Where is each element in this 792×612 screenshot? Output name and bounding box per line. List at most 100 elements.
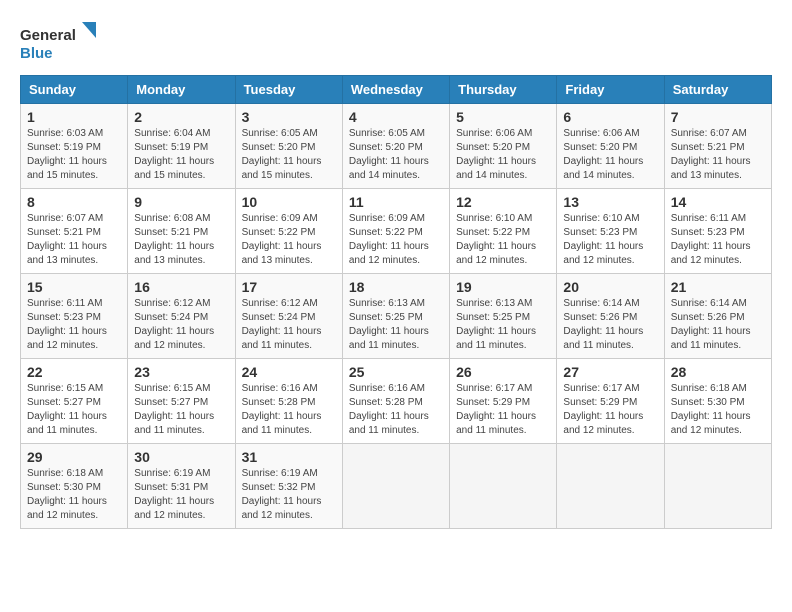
day-number: 13 — [563, 194, 657, 210]
day-number: 23 — [134, 364, 228, 380]
day-info: Sunrise: 6:19 AM Sunset: 5:32 PM Dayligh… — [242, 467, 336, 523]
day-number: 25 — [349, 364, 443, 380]
calendar-cell: 12 Sunrise: 6:10 AM Sunset: 5:22 PM Dayli… — [450, 189, 557, 274]
calendar-week-row: 8 Sunrise: 6:07 AM Sunset: 5:21 PM Daylig… — [21, 189, 772, 274]
day-number: 24 — [242, 364, 336, 380]
column-header-sunday: Sunday — [21, 76, 128, 104]
calendar-week-row: 1Sunrise: 6:03 AM Sunset: 5:19 PM Daylig… — [21, 104, 772, 189]
day-info: Sunrise: 6:06 AM Sunset: 5:20 PM Dayligh… — [456, 127, 550, 183]
day-number: 8 — [27, 194, 121, 210]
column-header-tuesday: Tuesday — [235, 76, 342, 104]
calendar-cell: 23 Sunrise: 6:15 AM Sunset: 5:27 PM Dayli… — [128, 359, 235, 444]
day-number: 6 — [563, 109, 657, 125]
svg-text:General: General — [20, 27, 76, 44]
day-number: 20 — [563, 279, 657, 295]
day-info: Sunrise: 6:19 AM Sunset: 5:31 PM Dayligh… — [134, 467, 228, 523]
day-number: 29 — [27, 449, 121, 465]
calendar-cell: 13 Sunrise: 6:10 AM Sunset: 5:23 PM Dayli… — [557, 189, 664, 274]
day-number: 12 — [456, 194, 550, 210]
day-info: Sunrise: 6:05 AM Sunset: 5:20 PM Dayligh… — [349, 127, 443, 183]
day-info: Sunrise: 6:07 AM Sunset: 5:21 PM Dayligh… — [27, 212, 121, 268]
day-info: Sunrise: 6:09 AM Sunset: 5:22 PM Dayligh… — [242, 212, 336, 268]
day-number: 9 — [134, 194, 228, 210]
day-info: Sunrise: 6:16 AM Sunset: 5:28 PM Dayligh… — [349, 382, 443, 438]
day-info: Sunrise: 6:04 AM Sunset: 5:19 PM Dayligh… — [134, 127, 228, 183]
day-info: Sunrise: 6:11 AM Sunset: 5:23 PM Dayligh… — [27, 297, 121, 353]
day-number: 31 — [242, 449, 336, 465]
day-number: 15 — [27, 279, 121, 295]
column-header-monday: Monday — [128, 76, 235, 104]
day-info: Sunrise: 6:15 AM Sunset: 5:27 PM Dayligh… — [134, 382, 228, 438]
calendar-cell: 24 Sunrise: 6:16 AM Sunset: 5:28 PM Dayli… — [235, 359, 342, 444]
day-info: Sunrise: 6:18 AM Sunset: 5:30 PM Dayligh… — [671, 382, 765, 438]
column-header-thursday: Thursday — [450, 76, 557, 104]
day-info: Sunrise: 6:17 AM Sunset: 5:29 PM Dayligh… — [563, 382, 657, 438]
day-info: Sunrise: 6:16 AM Sunset: 5:28 PM Dayligh… — [242, 382, 336, 438]
page-header: General Blue — [20, 20, 772, 65]
calendar-cell — [342, 444, 449, 529]
day-number: 7 — [671, 109, 765, 125]
calendar-cell: 29 Sunrise: 6:18 AM Sunset: 5:30 PM Dayli… — [21, 444, 128, 529]
day-number: 28 — [671, 364, 765, 380]
day-info: Sunrise: 6:07 AM Sunset: 5:21 PM Dayligh… — [671, 127, 765, 183]
calendar-cell: 20 Sunrise: 6:14 AM Sunset: 5:26 PM Dayli… — [557, 274, 664, 359]
day-info: Sunrise: 6:12 AM Sunset: 5:24 PM Dayligh… — [242, 297, 336, 353]
calendar-cell: 19 Sunrise: 6:13 AM Sunset: 5:25 PM Dayli… — [450, 274, 557, 359]
day-info: Sunrise: 6:13 AM Sunset: 5:25 PM Dayligh… — [349, 297, 443, 353]
calendar-cell: 27 Sunrise: 6:17 AM Sunset: 5:29 PM Dayli… — [557, 359, 664, 444]
day-info: Sunrise: 6:09 AM Sunset: 5:22 PM Dayligh… — [349, 212, 443, 268]
calendar-cell: 7 Sunrise: 6:07 AM Sunset: 5:21 PM Daylig… — [664, 104, 771, 189]
calendar-cell: 8 Sunrise: 6:07 AM Sunset: 5:21 PM Daylig… — [21, 189, 128, 274]
calendar-cell: 18 Sunrise: 6:13 AM Sunset: 5:25 PM Dayli… — [342, 274, 449, 359]
day-info: Sunrise: 6:10 AM Sunset: 5:22 PM Dayligh… — [456, 212, 550, 268]
day-number: 1 — [27, 109, 121, 125]
calendar-cell — [557, 444, 664, 529]
logo-svg: General Blue — [20, 20, 100, 65]
day-number: 18 — [349, 279, 443, 295]
calendar-cell: 17 Sunrise: 6:12 AM Sunset: 5:24 PM Dayli… — [235, 274, 342, 359]
day-number: 22 — [27, 364, 121, 380]
day-number: 27 — [563, 364, 657, 380]
column-header-saturday: Saturday — [664, 76, 771, 104]
day-info: Sunrise: 6:13 AM Sunset: 5:25 PM Dayligh… — [456, 297, 550, 353]
day-number: 2 — [134, 109, 228, 125]
calendar-cell — [450, 444, 557, 529]
day-info: Sunrise: 6:06 AM Sunset: 5:20 PM Dayligh… — [563, 127, 657, 183]
day-number: 4 — [349, 109, 443, 125]
day-info: Sunrise: 6:18 AM Sunset: 5:30 PM Dayligh… — [27, 467, 121, 523]
calendar-cell: 26 Sunrise: 6:17 AM Sunset: 5:29 PM Dayli… — [450, 359, 557, 444]
day-number: 17 — [242, 279, 336, 295]
day-info: Sunrise: 6:10 AM Sunset: 5:23 PM Dayligh… — [563, 212, 657, 268]
calendar-header-row: SundayMondayTuesdayWednesdayThursdayFrid… — [21, 76, 772, 104]
calendar-cell: 31 Sunrise: 6:19 AM Sunset: 5:32 PM Dayli… — [235, 444, 342, 529]
calendar-cell — [664, 444, 771, 529]
calendar-cell: 16 Sunrise: 6:12 AM Sunset: 5:24 PM Dayli… — [128, 274, 235, 359]
day-number: 5 — [456, 109, 550, 125]
svg-text:Blue: Blue — [20, 45, 53, 62]
logo: General Blue — [20, 20, 100, 65]
day-info: Sunrise: 6:12 AM Sunset: 5:24 PM Dayligh… — [134, 297, 228, 353]
day-number: 21 — [671, 279, 765, 295]
calendar-cell: 10Sunrise: 6:09 AM Sunset: 5:22 PM Dayli… — [235, 189, 342, 274]
calendar-cell: 9 Sunrise: 6:08 AM Sunset: 5:21 PM Daylig… — [128, 189, 235, 274]
day-info: Sunrise: 6:14 AM Sunset: 5:26 PM Dayligh… — [563, 297, 657, 353]
calendar-cell: 15 Sunrise: 6:11 AM Sunset: 5:23 PM Dayli… — [21, 274, 128, 359]
calendar-week-row: 22 Sunrise: 6:15 AM Sunset: 5:27 PM Dayli… — [21, 359, 772, 444]
column-header-friday: Friday — [557, 76, 664, 104]
calendar-cell: 25 Sunrise: 6:16 AM Sunset: 5:28 PM Dayli… — [342, 359, 449, 444]
calendar-cell: 22Sunrise: 6:15 AM Sunset: 5:27 PM Dayli… — [21, 359, 128, 444]
calendar-cell: 6 Sunrise: 6:06 AM Sunset: 5:20 PM Daylig… — [557, 104, 664, 189]
day-number: 19 — [456, 279, 550, 295]
calendar-cell: 4 Sunrise: 6:05 AM Sunset: 5:20 PM Daylig… — [342, 104, 449, 189]
day-info: Sunrise: 6:14 AM Sunset: 5:26 PM Dayligh… — [671, 297, 765, 353]
day-number: 16 — [134, 279, 228, 295]
column-header-wednesday: Wednesday — [342, 76, 449, 104]
calendar-cell: 11Sunrise: 6:09 AM Sunset: 5:22 PM Dayli… — [342, 189, 449, 274]
calendar-cell: 30 Sunrise: 6:19 AM Sunset: 5:31 PM Dayli… — [128, 444, 235, 529]
calendar-cell: 21 Sunrise: 6:14 AM Sunset: 5:26 PM Dayli… — [664, 274, 771, 359]
day-number: 30 — [134, 449, 228, 465]
day-info: Sunrise: 6:08 AM Sunset: 5:21 PM Dayligh… — [134, 212, 228, 268]
calendar-cell: 1Sunrise: 6:03 AM Sunset: 5:19 PM Daylig… — [21, 104, 128, 189]
day-number: 26 — [456, 364, 550, 380]
day-info: Sunrise: 6:17 AM Sunset: 5:29 PM Dayligh… — [456, 382, 550, 438]
